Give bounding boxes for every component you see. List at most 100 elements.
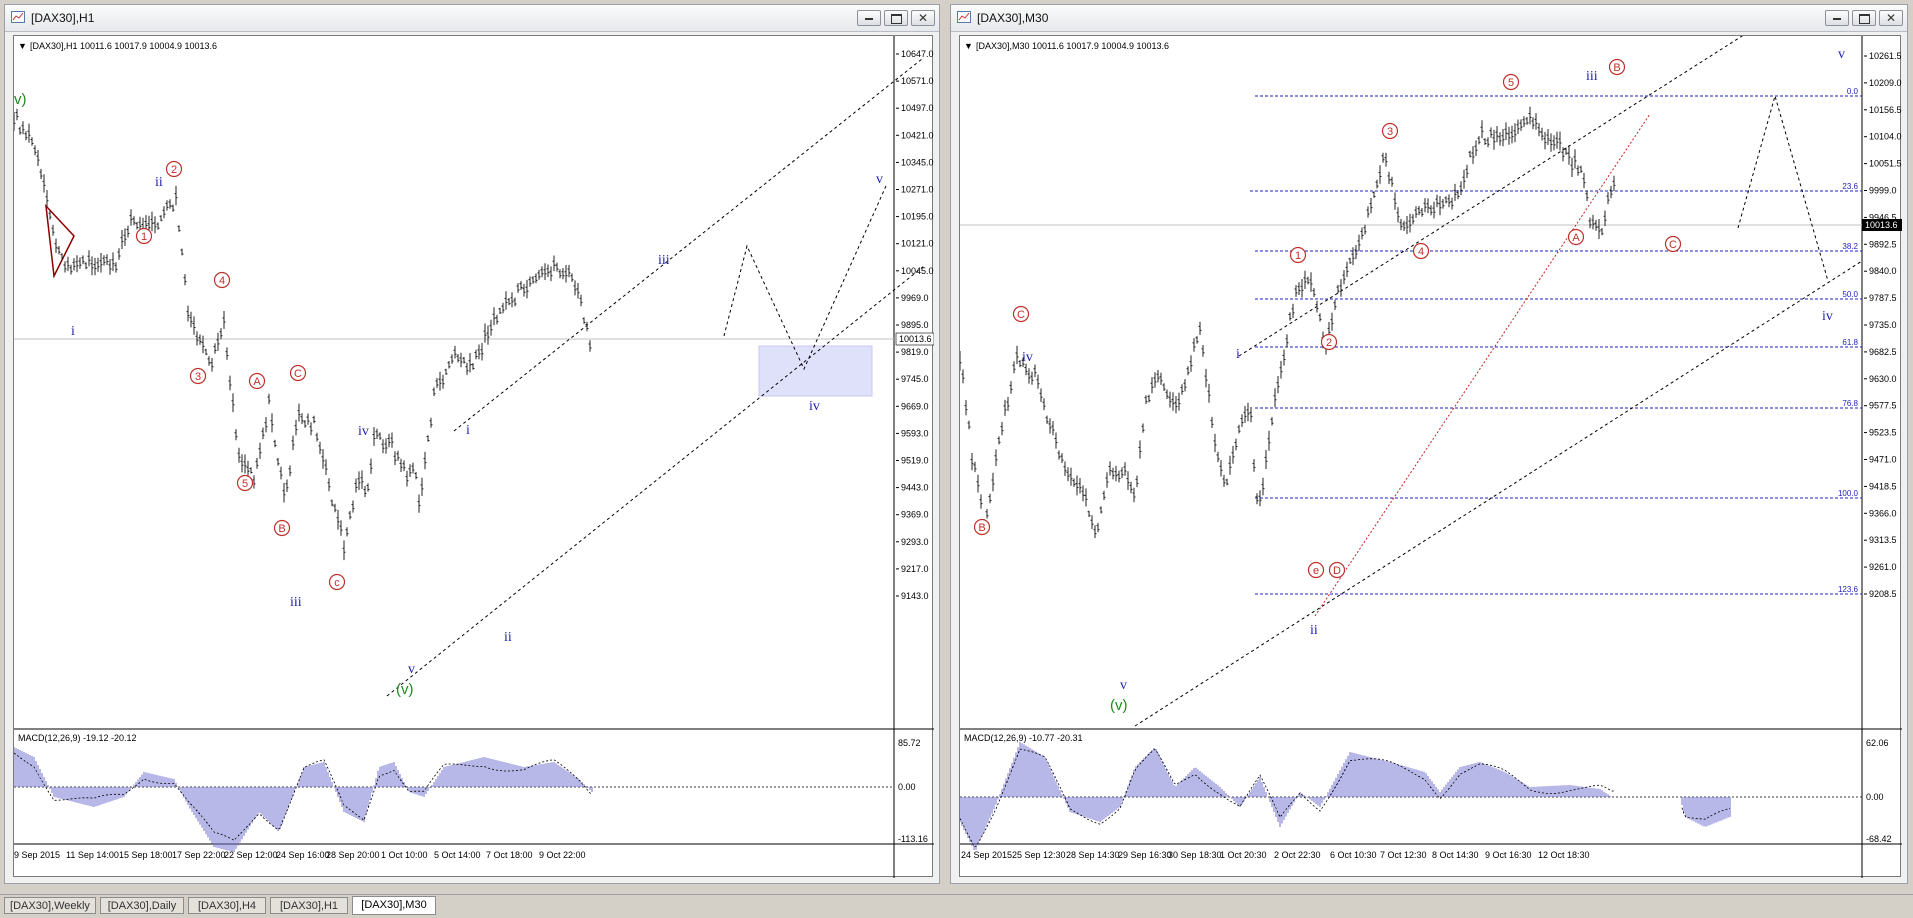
window-titlebar[interactable]: [DAX30],M30 ✕ xyxy=(951,5,1907,32)
price-axis-tick: 9523.5 xyxy=(1869,428,1897,438)
price-axis-tick: 9577.5 xyxy=(1869,401,1897,411)
time-axis-tick: 30 Sep 18:30 xyxy=(1168,850,1222,860)
symbol-dropdown-icon[interactable]: ▼ xyxy=(964,41,973,51)
wave-label: ii xyxy=(1310,623,1318,638)
time-axis-tick: 9 Sep 2015 xyxy=(14,850,60,860)
price-axis-tick: 9745.0 xyxy=(901,374,929,384)
chart-window-m30[interactable]: [DAX30],M30 ✕ ▼ [DAX30],M30 10011.6 1001… xyxy=(950,4,1908,884)
macd-axis-tick: 0.00 xyxy=(898,782,916,792)
wave-label: iv xyxy=(1822,309,1833,324)
price-axis-tick: 9895.0 xyxy=(901,320,929,330)
macd-label: MACD(12,26,9) -19.12 -20.12 xyxy=(18,733,137,743)
price-axis-tick: 9208.5 xyxy=(1869,589,1897,599)
tab-m30[interactable]: [DAX30],M30 xyxy=(352,896,436,915)
close-button[interactable]: ✕ xyxy=(1879,10,1903,26)
fib-level-label: 61.8 xyxy=(1842,338,1858,347)
macd-histogram xyxy=(14,747,593,852)
current-price-label: 10013.6 xyxy=(899,334,932,344)
tab-daily[interactable]: [DAX30],Daily xyxy=(100,897,184,914)
chart-window-icon xyxy=(957,11,971,23)
chart-info: [DAX30],M30 10011.6 10017.9 10004.9 1001… xyxy=(976,41,1169,51)
price-axis-tick: 9443.0 xyxy=(901,483,929,493)
fib-level-label: 23.6 xyxy=(1842,182,1858,191)
minimize-button[interactable] xyxy=(1825,10,1849,26)
wave-label: (v) xyxy=(1110,697,1128,714)
chart-window-icon xyxy=(11,11,25,23)
time-axis-tick: 1 Oct 10:00 xyxy=(381,850,428,860)
time-axis-tick: 12 Oct 18:30 xyxy=(1538,850,1590,860)
symbol-dropdown-icon[interactable]: ▼ xyxy=(18,41,27,51)
maximize-icon xyxy=(891,14,902,24)
time-axis-tick: 29 Sep 16:30 xyxy=(1118,850,1172,860)
price-axis-tick: 10271.0 xyxy=(901,185,934,195)
wave-label: iv xyxy=(358,424,369,439)
price-axis-tick: 9293.0 xyxy=(901,537,929,547)
wave-marker-label: D xyxy=(1333,565,1341,577)
price-axis-tick: 9313.5 xyxy=(1869,535,1897,545)
price-axis-tick: 9892.5 xyxy=(1869,239,1897,249)
price-axis-tick: 9418.5 xyxy=(1869,481,1897,491)
price-axis-tick: 9630.0 xyxy=(1869,374,1897,384)
tab-h4[interactable]: [DAX30],H4 xyxy=(188,897,266,914)
price-axis-tick: 10209.0 xyxy=(1869,78,1902,88)
minimize-icon xyxy=(1833,18,1841,20)
tab-h1[interactable]: [DAX30],H1 xyxy=(270,897,348,914)
macd-axis-tick: 62.06 xyxy=(1866,738,1889,748)
wave-marker-label: 5 xyxy=(242,478,248,490)
chart-canvas-m30[interactable]: ▼ [DAX30],M30 10011.6 10017.9 10004.9 10… xyxy=(960,36,1902,878)
wave-marker-label: c xyxy=(334,577,340,589)
wave-marker-label: A xyxy=(1572,232,1580,244)
wave-label: v xyxy=(876,172,883,187)
wave-marker-label: C xyxy=(1669,239,1677,251)
maximize-button[interactable] xyxy=(1852,10,1876,26)
price-axis-tick: 9217.0 xyxy=(901,564,929,574)
time-axis-tick: 17 Sep 22:00 xyxy=(172,850,226,860)
fib-level-label: 38.2 xyxy=(1842,242,1858,251)
price-axis-tick: 9471.0 xyxy=(1869,455,1897,465)
price-chart-h1[interactable]: ▼ [DAX30],H1 10011.6 10017.9 10004.9 100… xyxy=(13,35,934,878)
time-axis-tick: 9 Oct 22:00 xyxy=(539,850,586,860)
time-axis-tick: 28 Sep 20:00 xyxy=(326,850,380,860)
time-axis-tick: 28 Sep 14:30 xyxy=(1066,850,1120,860)
wave-marker-label: 4 xyxy=(1418,246,1424,258)
tab-weekly[interactable]: [DAX30],Weekly xyxy=(4,897,96,914)
maximize-button[interactable] xyxy=(884,10,908,26)
price-axis-tick: 9669.0 xyxy=(901,401,929,411)
close-icon: ✕ xyxy=(918,11,929,25)
time-axis-tick: 1 Oct 20:30 xyxy=(1220,850,1267,860)
wave-marker-label: B xyxy=(978,522,985,534)
wave-marker-label: A xyxy=(253,376,261,388)
price-axis-tick: 10647.0 xyxy=(901,49,934,59)
fib-level-label: 76.8 xyxy=(1842,399,1858,408)
macd-axis-tick: -68.42 xyxy=(1866,834,1892,844)
price-chart-m30[interactable]: ▼ [DAX30],M30 10011.6 10017.9 10004.9 10… xyxy=(959,35,1902,878)
chart-window-h1[interactable]: [DAX30],H1 ✕ ▼ [DAX30],H1 10011.6 10017.… xyxy=(4,4,940,884)
window-titlebar[interactable]: [DAX30],H1 ✕ xyxy=(5,5,939,32)
price-axis-tick: 9999.0 xyxy=(1869,186,1897,196)
price-axis-tick: 10195.0 xyxy=(901,212,934,222)
fib-level-label: 50.0 xyxy=(1842,290,1858,299)
chart-canvas-h1[interactable]: ▼ [DAX30],H1 10011.6 10017.9 10004.9 100… xyxy=(14,36,934,878)
wave-label: v xyxy=(1838,47,1845,62)
time-axis-tick: 2 Oct 22:30 xyxy=(1274,850,1321,860)
chart-tab-bar: [DAX30],Weekly [DAX30],Daily [DAX30],H4 … xyxy=(0,894,1913,918)
price-axis-tick: 9593.0 xyxy=(901,428,929,438)
wave-marker-label: 3 xyxy=(195,371,201,383)
chart-info: [DAX30],H1 10011.6 10017.9 10004.9 10013… xyxy=(30,41,217,51)
wave-label: v xyxy=(1120,678,1127,693)
price-axis-tick: 10261.5 xyxy=(1869,51,1902,61)
price-axis-tick: 10121.0 xyxy=(901,239,934,249)
macd-histogram xyxy=(960,742,1611,850)
wave-label: iv xyxy=(809,399,820,414)
current-price-label: 10013.6 xyxy=(1865,220,1898,230)
price-axis-tick: 10051.5 xyxy=(1869,159,1902,169)
close-button[interactable]: ✕ xyxy=(911,10,935,26)
minimize-icon xyxy=(865,18,873,20)
price-axis-tick: 9969.0 xyxy=(901,293,929,303)
macd-signal-line xyxy=(14,752,593,841)
macd-axis-tick: -113.16 xyxy=(898,834,928,844)
maximize-icon xyxy=(1859,14,1870,24)
price-axis-tick: 9366.0 xyxy=(1869,508,1897,518)
minimize-button[interactable] xyxy=(857,10,881,26)
time-axis-tick: 25 Sep 12:30 xyxy=(1012,850,1066,860)
